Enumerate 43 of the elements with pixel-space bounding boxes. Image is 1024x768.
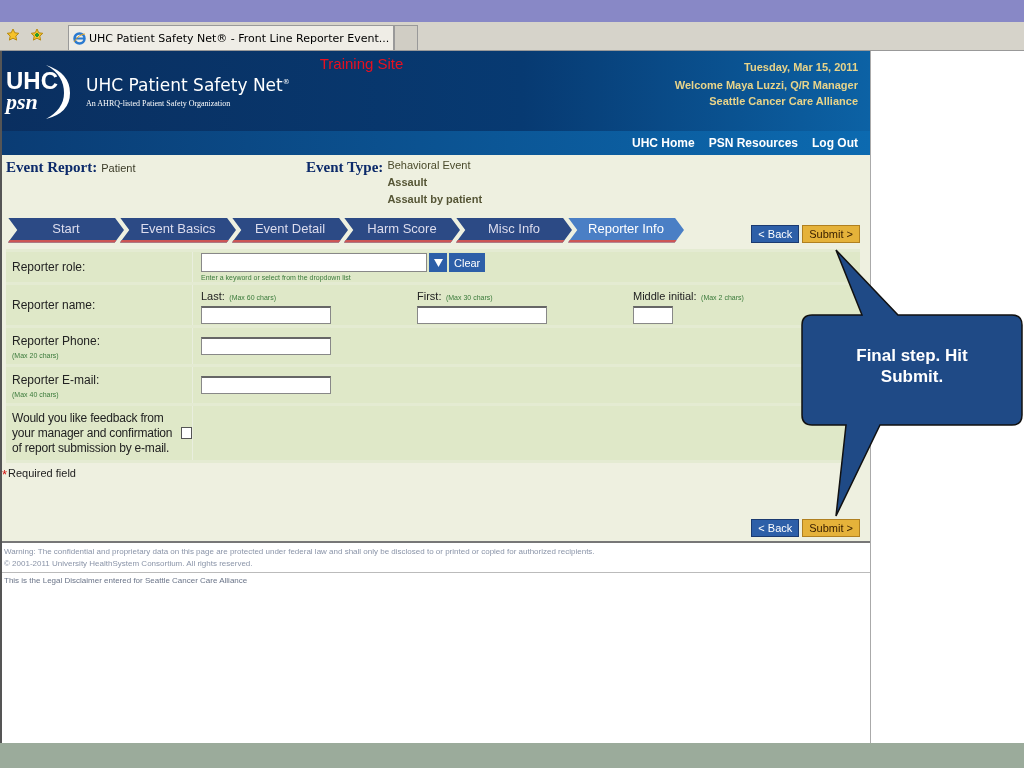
required-note: Required field (8, 467, 76, 479)
organization-text: Seattle Cancer Care Alliance (709, 94, 858, 109)
nav-link[interactable]: PSN Resources (708, 136, 798, 150)
feedback-question: Would you like feedback from your manager and confirmation of report submission by e-mail. (12, 410, 174, 456)
step-tab[interactable]: Reporter Info (568, 217, 684, 243)
field-label: Reporter role: (12, 260, 87, 274)
clear-button[interactable]: Clear (449, 253, 486, 272)
date-text: Tuesday, Mar 15, 2011 (744, 60, 858, 75)
logo-text: psn (6, 92, 39, 112)
browser-tab[interactable]: UHC Patient Safety Net® - Front Line Reporter Event... (68, 25, 395, 50)
step-tab[interactable]: Event Detail (232, 217, 348, 243)
back-button[interactable]: < Back (751, 519, 800, 537)
name-part-label: Middle initial: (633, 290, 697, 302)
step-tab[interactable]: Misc Info (456, 217, 572, 243)
nav-link[interactable]: UHC Home (631, 136, 695, 150)
training-site-label: Training Site (319, 55, 404, 72)
nav-link[interactable]: Log Out (812, 136, 858, 150)
warning-text: Warning: The confidential and proprietary data on this page are protected under federal law and shall only be disclosed to or printed or copied for authorized recipients. (4, 547, 596, 556)
name-part-label: First: (417, 290, 442, 302)
step-tab[interactable]: Harm Score (344, 217, 460, 243)
event-type-value: Assault by patient (387, 193, 483, 205)
name-part-label: Last: (201, 290, 225, 302)
disclaimer-text: This is the Legal Disclaimer entered for Seattle Cancer Care Alliance (4, 576, 248, 585)
site-title: UHC Patient Safety Net$^{®}$ (86, 74, 290, 95)
step-tab[interactable]: Start (8, 217, 124, 243)
welcome-text: Welcome Maya Luzzi, Q/R Manager (674, 78, 858, 93)
submit-button[interactable]: Submit > (802, 519, 860, 537)
event-report-label: Event Report: (6, 159, 98, 176)
submit-button[interactable]: Submit > (802, 225, 860, 243)
site-subtitle: An AHRQ-listed Patient Safety Organization (86, 98, 232, 108)
event-type-label: Event Type: (306, 159, 384, 176)
back-button[interactable]: < Back (751, 225, 800, 243)
field-label: Reporter name: (12, 298, 97, 312)
logo-text: UHC (6, 70, 59, 92)
required-mark: * (2, 467, 8, 482)
event-type-value: Assault (387, 176, 429, 188)
copyright-text: © 2001-2011 University HealthSystem Consortium. All rights reserved. (4, 559, 254, 568)
field-label: Reporter E-mail: (12, 372, 101, 387)
field-label: Reporter Phone: (12, 333, 102, 348)
event-report-value: Patient (101, 162, 136, 174)
event-type-value: Behavioral Event (387, 159, 472, 171)
step-tab[interactable]: Event Basics (120, 217, 236, 243)
callout-text: Final step. Hit Submit. (855, 345, 969, 387)
